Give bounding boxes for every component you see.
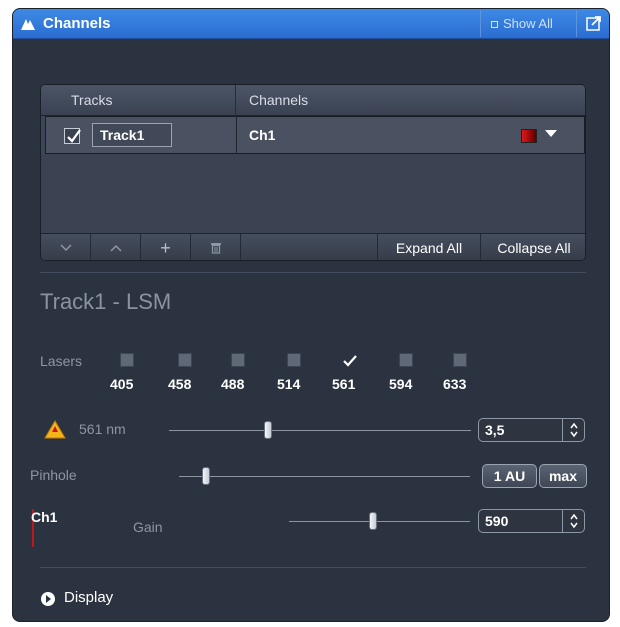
laser-wavelength: 514 <box>277 376 301 392</box>
track-name: Track1 <box>100 127 145 143</box>
divider <box>40 567 586 568</box>
row-divider <box>236 117 237 153</box>
expand-all-button[interactable]: Expand All <box>377 234 480 260</box>
move-down-button[interactable] <box>41 234 91 260</box>
show-all-label: Show All <box>503 16 553 31</box>
laser-wavelength: 561 <box>332 376 356 392</box>
show-all-checkbox[interactable] <box>491 21 498 28</box>
chevron-down-icon <box>59 244 72 252</box>
display-label: Display <box>64 589 114 606</box>
table-row[interactable]: Track1 Ch1 <box>45 116 585 154</box>
divider <box>40 272 586 273</box>
header-channels[interactable]: Channels <box>249 92 308 108</box>
spin-arrows-icon <box>570 422 578 438</box>
laser-power-spinbox[interactable]: 3,5 <box>478 418 585 442</box>
chevron-down-icon[interactable] <box>545 130 557 138</box>
channels-panel: Channels Show All Tracks Channels Track1… <box>12 8 610 622</box>
gain-slider-thumb[interactable] <box>369 512 377 530</box>
laser-checkbox[interactable] <box>178 353 192 367</box>
pinhole-1au-button[interactable]: 1 AU <box>482 464 537 488</box>
checkmark-icon <box>67 129 81 143</box>
expand-arrow-icon <box>41 592 55 606</box>
laser-power-slider[interactable] <box>169 430 471 431</box>
track-enable-checkbox[interactable] <box>64 128 81 144</box>
laser-checkbox[interactable] <box>287 353 301 367</box>
spin-buttons[interactable] <box>562 419 584 441</box>
trash-icon <box>210 243 221 254</box>
laser-warning-icon <box>44 420 66 439</box>
pinhole-max-button[interactable]: max <box>539 464 587 488</box>
header-divider <box>235 85 236 116</box>
collapse-all-button[interactable]: Collapse All <box>480 234 585 260</box>
spin-buttons[interactable] <box>562 510 584 532</box>
channel-label: Ch1 <box>31 509 58 525</box>
tracks-table: Tracks Channels Track1 Ch1 + Expand All … <box>40 84 586 261</box>
track-section-title: Track1 - LSM <box>40 289 172 314</box>
pinhole-label: Pinhole <box>30 467 77 483</box>
gain-slider[interactable] <box>289 521 470 522</box>
pinhole-slider[interactable] <box>179 476 470 477</box>
pinhole-slider-thumb[interactable] <box>202 467 210 485</box>
chevron-up-icon <box>109 244 122 252</box>
add-track-button[interactable]: + <box>141 234 191 260</box>
lasers-label: Lasers <box>40 353 83 369</box>
laser-wavelength: 458 <box>168 376 192 392</box>
show-all-toggle[interactable]: Show All <box>480 10 576 37</box>
title-bar: Channels Show All <box>13 9 609 39</box>
spin-arrows-icon <box>570 513 578 529</box>
laser-checkbox-checked[interactable] <box>342 353 357 367</box>
laser-wavelength: 594 <box>389 376 413 392</box>
tracks-table-body-empty <box>41 154 585 233</box>
undock-button[interactable] <box>576 10 609 37</box>
laser-checkbox[interactable] <box>399 353 413 367</box>
checkmark-icon <box>343 355 357 367</box>
channel-color-swatch[interactable] <box>521 129 537 143</box>
laser-wavelength: 405 <box>110 376 134 392</box>
laser-checkbox[interactable] <box>453 353 467 367</box>
gain-label: Gain <box>133 519 163 535</box>
move-up-button[interactable] <box>91 234 141 260</box>
microscope-icon <box>19 16 37 32</box>
window-title: Channels <box>43 15 111 32</box>
delete-track-button[interactable] <box>191 234 241 260</box>
gain-spinbox[interactable]: 590 <box>478 509 585 533</box>
laser-checkbox[interactable] <box>231 353 245 367</box>
channel-name: Ch1 <box>249 127 276 143</box>
laser-power-slider-thumb[interactable] <box>264 421 272 439</box>
laser-power-value: 3,5 <box>485 422 505 438</box>
tracks-table-header: Tracks Channels <box>41 85 585 116</box>
header-tracks[interactable]: Tracks <box>71 92 112 108</box>
laser-wavelength: 488 <box>221 376 245 392</box>
undock-icon <box>586 16 601 31</box>
tracks-table-footer: + Expand All Collapse All <box>41 233 585 260</box>
track-name-field[interactable]: Track1 <box>92 123 172 147</box>
laser-wavelength: 633 <box>443 376 467 392</box>
gain-value: 590 <box>485 513 509 529</box>
laser-checkbox[interactable] <box>120 353 134 367</box>
laser-power-label: 561 nm <box>79 421 126 437</box>
